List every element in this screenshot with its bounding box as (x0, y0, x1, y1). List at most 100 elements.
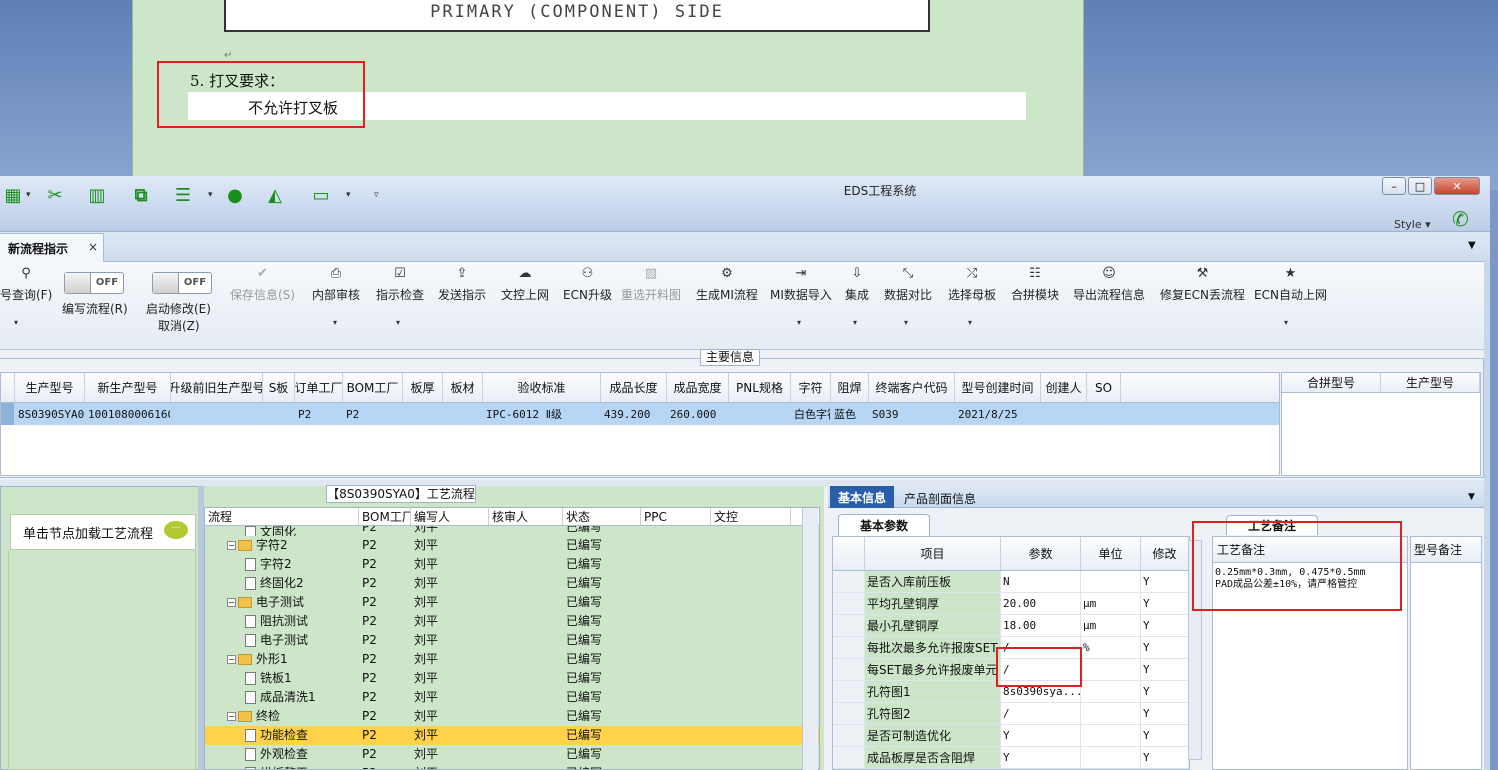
main-cell[interactable]: S039 (869, 403, 955, 425)
main-info-row[interactable]: 8S0390SYA010010800061608 P2P2 IPC-6012 Ⅱ级4… (1, 403, 1279, 425)
main-cell[interactable]: 8S0390SYA0 (15, 403, 85, 425)
table-row[interactable]: 文固化 P2 刘平 已编写 (205, 526, 819, 536)
process-step[interactable]: 功能检查 (205, 726, 359, 745)
table-row[interactable]: − 外形1 P2 刘平 已编写 (205, 650, 819, 669)
minimize-button[interactable]: – (1382, 177, 1406, 195)
process-scrollbar[interactable] (802, 508, 818, 770)
process-step[interactable]: 电子测试 (205, 631, 359, 650)
main-cell[interactable]: 260.000 (667, 403, 729, 425)
data-compare-dropdown-icon[interactable]: ▾ (904, 318, 908, 327)
table-row[interactable]: 终固化2 P2 刘平 已编写 (205, 574, 819, 593)
main-cell[interactable] (171, 403, 263, 425)
save-info-button[interactable]: ✔ 保存信息(S) (230, 266, 295, 303)
param-value-cell[interactable]: N (1001, 571, 1081, 592)
process-step[interactable]: 烘板整平 (205, 764, 359, 769)
tab-list-arrow-icon[interactable]: ▼ (1468, 240, 1476, 251)
table-icon[interactable]: ▦ (0, 184, 26, 206)
customize-quick-access-icon[interactable]: ▿ (374, 190, 379, 200)
ecn-auto-dropdown-icon[interactable]: ▾ (1284, 318, 1288, 327)
process-step[interactable]: 铣板1 (205, 669, 359, 688)
chat-bubble-icon[interactable]: ··· (164, 521, 188, 539)
process-step[interactable]: 字符2 (205, 555, 359, 574)
main-cell[interactable] (1041, 403, 1087, 425)
query-dropdown-icon[interactable]: ▾ (14, 318, 18, 327)
process-step[interactable]: 阻抗测试 (205, 612, 359, 631)
main-cell[interactable]: P2 (343, 403, 403, 425)
table-row[interactable]: 阻抗测试 P2 刘平 已编写 (205, 612, 819, 631)
collapse-icon[interactable]: − (227, 712, 236, 721)
internal-audit-dropdown-icon[interactable]: ▾ (333, 318, 337, 327)
main-cell[interactable] (403, 403, 443, 425)
edit-flow-toggle[interactable]: OFF (64, 272, 124, 294)
main-cell[interactable] (1087, 403, 1121, 425)
main-cell[interactable] (729, 403, 791, 425)
process-step[interactable]: 成品清洗1 (205, 688, 359, 707)
doc-upload-button[interactable]: ☁ 文控上网 (501, 266, 549, 303)
merge-grid[interactable]: 合拼型号 生产型号 (1281, 372, 1481, 476)
collapse-icon[interactable]: − (227, 655, 236, 664)
process-step[interactable]: − 电子测试 (205, 593, 359, 612)
fix-ecn-button[interactable]: ⚒ 修复ECN丢流程 (1160, 266, 1245, 303)
process-step[interactable]: 终固化2 (205, 574, 359, 593)
ecn-auto-button[interactable]: ★ ECN自动上网 (1254, 266, 1327, 303)
main-cell[interactable]: 439.200 (601, 403, 667, 425)
collapse-icon[interactable]: − (227, 598, 236, 607)
table-row[interactable]: 孔符图2/ Y (833, 703, 1189, 725)
node-list[interactable] (8, 550, 196, 770)
table-row[interactable]: − 终检 P2 刘平 已编写 (205, 707, 819, 726)
main-info-grid[interactable]: 生产型号 新生产型号 升级前旧生产型号 S板 订单工厂 BOM工厂 板厚 板材 验收标准 成品长度… (0, 372, 1280, 476)
table-row[interactable]: 铣板1 P2 刘平 已编写 (205, 669, 819, 688)
main-cell[interactable]: IPC-6012 Ⅱ级 (483, 403, 601, 425)
list-icon[interactable]: ☰ (170, 184, 196, 206)
user-icon[interactable]: ● (222, 184, 248, 206)
maximize-button[interactable]: □ (1408, 177, 1432, 195)
process-step[interactable]: 外观检查 (205, 745, 359, 764)
film-icon[interactable]: ▥ (84, 184, 110, 206)
table-row[interactable]: 平均孔壁铜厚 20.00 μm Y (833, 593, 1189, 615)
table-row[interactable]: 电子测试 P2 刘平 已编写 (205, 631, 819, 650)
dropdown-arrow-icon[interactable]: ▾ (208, 190, 213, 200)
tab-close-icon[interactable]: × (88, 240, 98, 254)
area-chart-icon[interactable]: ◭ (262, 184, 288, 206)
param-value-cell[interactable]: Y (1001, 747, 1081, 768)
type-remark-box[interactable] (1410, 536, 1482, 770)
select-master-dropdown-icon[interactable]: ▾ (968, 318, 972, 327)
close-button[interactable]: ✕ (1434, 177, 1480, 195)
generate-mi-button[interactable]: ⚙ 生成MI流程 (696, 266, 758, 303)
main-cell[interactable]: P2 (295, 403, 343, 425)
query-button[interactable]: ⚲ 号查询(F) (0, 266, 52, 303)
main-cell[interactable]: 白色字符 (791, 403, 831, 425)
process-step[interactable]: − 外形1 (205, 650, 359, 669)
param-value-cell[interactable]: 18.00 (1001, 615, 1081, 636)
table-row[interactable]: 是否可制造优化 Y Y (833, 725, 1189, 747)
cancel-button[interactable]: 取消(Z) (158, 317, 200, 334)
tab-product-profile[interactable]: 产品剖面信息 (904, 490, 976, 507)
table-row[interactable]: 外观检查 P2 刘平 已编写 (205, 745, 819, 764)
param-value-cell[interactable]: 20.00 (1001, 593, 1081, 614)
main-cell[interactable] (263, 403, 295, 425)
main-cell[interactable]: 2021/8/25 (955, 403, 1041, 425)
dropdown-arrow-icon[interactable]: ▾ (26, 190, 31, 200)
copy-icon[interactable]: ⧉ (128, 184, 154, 206)
dropdown-arrow-icon[interactable]: ▾ (346, 190, 351, 200)
style-menu[interactable]: Style ▾ (1394, 218, 1431, 231)
integrate-dropdown-icon[interactable]: ▾ (853, 318, 857, 327)
monitor-icon[interactable]: ▭ (308, 184, 334, 206)
instruction-check-button[interactable]: ☑ 指示检查 (376, 266, 424, 303)
select-master-button[interactable]: ⤮ 选择母板 (948, 266, 996, 303)
integrate-button[interactable]: ⇩ 集成 (845, 266, 869, 303)
param-value-cell[interactable]: / (1001, 703, 1081, 724)
start-modify-toggle[interactable]: OFF (152, 272, 212, 294)
table-row[interactable]: 是否入库前压板 N Y (833, 571, 1189, 593)
send-instruction-button[interactable]: ⇪ 发送指示 (438, 266, 486, 303)
process-step[interactable]: − 终检 (205, 707, 359, 726)
data-compare-button[interactable]: ⤡ 数据对比 (884, 266, 932, 303)
collapse-icon[interactable]: − (227, 541, 236, 550)
phone-icon[interactable]: ✆ (1452, 207, 1469, 231)
table-row[interactable]: 成品清洗1 P2 刘平 已编写 (205, 688, 819, 707)
process-step[interactable]: − 字符2 (205, 536, 359, 555)
param-value-cell[interactable]: Y (1001, 725, 1081, 746)
mi-import-button[interactable]: ⇥ MI数据导入 (770, 266, 832, 303)
main-cell[interactable]: 蓝色 (831, 403, 869, 425)
process-step[interactable]: 文固化 (205, 526, 359, 536)
